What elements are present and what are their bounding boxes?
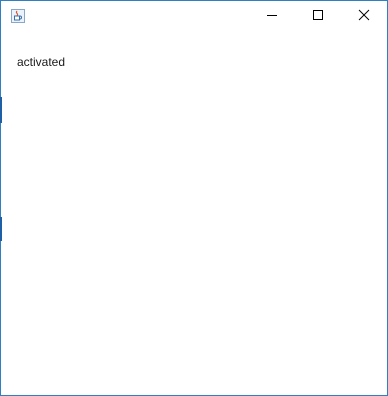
java-cup-icon[interactable]: [11, 9, 25, 23]
close-icon: [358, 8, 370, 26]
content-panel: activated: [1, 32, 387, 395]
maximize-button[interactable]: [295, 1, 341, 32]
status-label: activated: [17, 55, 66, 69]
background-window-edge: [0, 97, 2, 123]
close-button[interactable]: [341, 1, 387, 32]
app-window: activated: [0, 0, 388, 396]
title-bar[interactable]: [1, 1, 387, 32]
minimize-icon: [266, 8, 278, 26]
background-window-edge: [0, 217, 2, 241]
minimize-button[interactable]: [249, 1, 295, 32]
maximize-icon: [312, 8, 324, 26]
